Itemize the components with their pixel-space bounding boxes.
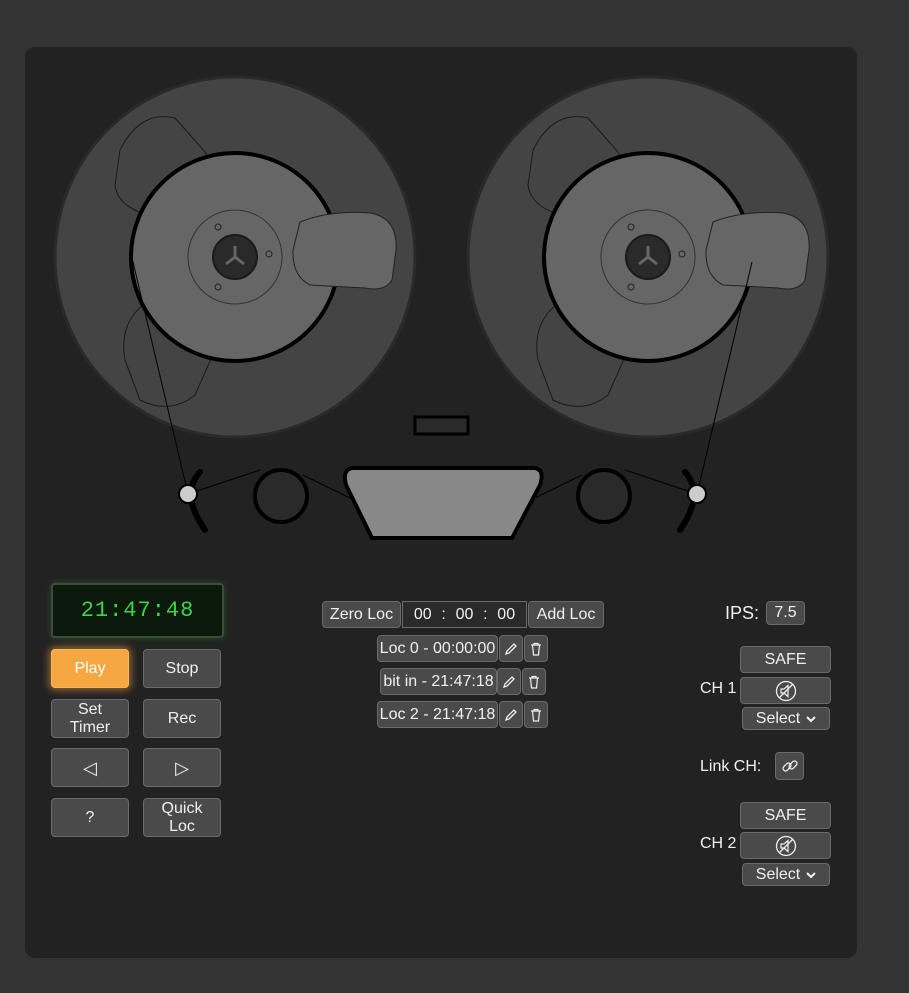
trash-icon [531, 642, 541, 656]
help-button[interactable]: ? [51, 798, 129, 837]
left-reel [53, 75, 417, 439]
set-timer-label-line1: Set [77, 700, 102, 718]
delete-locator-button[interactable] [524, 701, 548, 728]
chevron-down-icon [806, 715, 816, 722]
ips-value-button[interactable]: 7.5 [766, 601, 805, 625]
ch2-safe-button[interactable]: SAFE [740, 802, 831, 829]
locator-entry[interactable]: bit in - 21:47:18 [380, 668, 497, 695]
set-timer-label-line2: Timer [69, 718, 111, 736]
link-channels-button[interactable] [775, 752, 804, 780]
ch2-input-select[interactable]: Select [742, 863, 830, 886]
ch1-select-value: Select [755, 709, 801, 727]
locate-time-input[interactable]: 00 : 00 : 00 [402, 601, 527, 628]
locate-seconds-field[interactable]: 00 [497, 606, 515, 624]
mute-icon [775, 680, 796, 701]
quick-loc-label-line1: Quick [161, 799, 203, 817]
stop-button[interactable]: Stop [143, 649, 221, 688]
edit-locator-button[interactable] [497, 668, 521, 695]
ch1-label: CH 1 [700, 680, 737, 697]
edit-locator-button[interactable] [499, 701, 523, 728]
rewind-button[interactable]: ◁ [51, 748, 129, 787]
right-reel [466, 75, 830, 439]
trash-icon [531, 708, 541, 722]
tape-head-block [342, 466, 544, 540]
pencil-icon [504, 708, 517, 721]
counter-window [413, 415, 470, 436]
tape-reels-illustration [53, 75, 830, 540]
trash-icon [529, 675, 539, 689]
play-button[interactable]: Play [51, 649, 129, 688]
mute-icon [775, 835, 796, 856]
fast-forward-button[interactable]: ▷ [143, 748, 221, 787]
chevron-down-icon [806, 871, 816, 878]
locator-entry[interactable]: Loc 0 - 00:00:00 [377, 635, 498, 662]
record-button[interactable]: Rec [143, 699, 221, 738]
ips-label: IPS: [725, 603, 760, 623]
quick-loc-button[interactable]: Quick Loc [143, 798, 221, 837]
locate-hours-field[interactable]: 00 [414, 606, 432, 624]
zero-loc-button[interactable]: Zero Loc [322, 601, 401, 628]
locate-minutes-field[interactable]: 00 [456, 606, 474, 624]
ch1-mute-button[interactable] [740, 677, 831, 704]
edit-locator-button[interactable] [499, 635, 523, 662]
time-separator: : [441, 605, 446, 623]
ch2-select-value: Select [755, 865, 801, 883]
ch2-mute-button[interactable] [740, 832, 831, 859]
set-timer-button[interactable]: Set Timer [51, 699, 129, 738]
right-roller [576, 468, 632, 524]
ch1-input-select[interactable]: Select [742, 707, 830, 730]
delete-locator-button[interactable] [524, 635, 548, 662]
pencil-icon [504, 642, 517, 655]
pencil-icon [502, 675, 515, 688]
delete-locator-button[interactable] [522, 668, 546, 695]
time-counter-display: 21:47:48 [51, 583, 224, 638]
add-loc-button[interactable]: Add Loc [528, 601, 604, 628]
ch2-label: CH 2 [700, 835, 737, 852]
left-roller [253, 468, 309, 524]
link-icon [781, 760, 798, 772]
link-channels-label: Link CH: [700, 758, 762, 775]
ch1-safe-button[interactable]: SAFE [740, 646, 831, 673]
quick-loc-label-line2: Loc [169, 817, 195, 835]
locator-entry[interactable]: Loc 2 - 21:47:18 [377, 701, 498, 728]
time-separator: : [483, 605, 488, 623]
